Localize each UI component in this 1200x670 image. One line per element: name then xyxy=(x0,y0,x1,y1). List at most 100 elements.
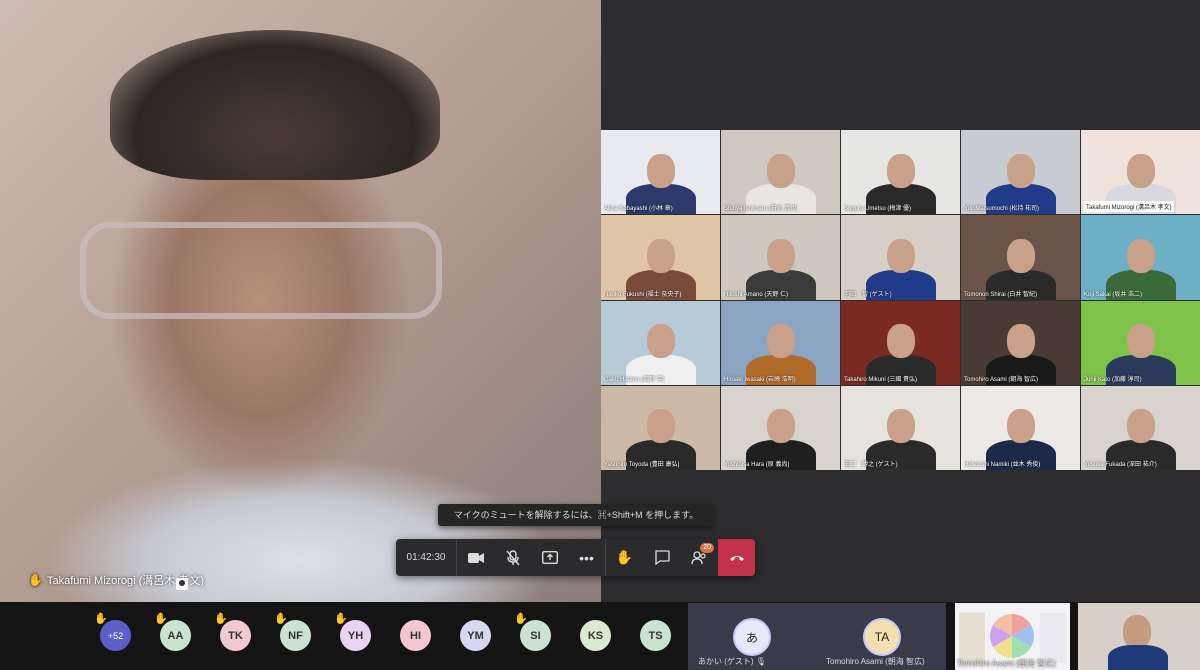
camera-button[interactable] xyxy=(457,539,494,576)
video-tile[interactable]: Gaku Hatano (畑野 学) xyxy=(601,300,720,385)
more-participants-count: +52 xyxy=(107,630,124,641)
participant-name-label: Junji Kato (加藤 淳司) xyxy=(1084,376,1142,383)
chat-button[interactable] xyxy=(643,539,680,576)
hangup-button[interactable] xyxy=(718,539,755,576)
guest-avatar[interactable]: あ xyxy=(733,618,771,656)
participant-avatar[interactable]: YM xyxy=(460,620,491,651)
mic-button[interactable] xyxy=(494,539,531,576)
participant-face xyxy=(886,153,915,188)
participant-avatar[interactable]: ✋ YH xyxy=(334,613,371,651)
main-video-hair xyxy=(110,30,440,180)
meeting-toolbar: 01:42:30 ••• ✋ 20 xyxy=(396,539,755,576)
participant-name-label: Yuji Matsumochi (松持 祐司) xyxy=(964,206,1040,213)
video-tile[interactable]: Takafumi Mizorogi (溝呂木 孝文) xyxy=(1081,130,1200,215)
participant-face xyxy=(646,238,675,273)
video-tile[interactable]: Junji Kato (加藤 淳司) xyxy=(1081,300,1200,385)
participant-name-label: Yoshihisa Hara (原 義尚) xyxy=(724,462,790,468)
guest-name: あかい (ゲスト) 🎙 xyxy=(698,656,766,667)
guest-name: Tomohiro Asami (朝海 智広) xyxy=(826,657,925,666)
guest-avatar[interactable]: TA xyxy=(863,618,901,656)
participant-face xyxy=(766,238,795,273)
video-tile[interactable]: Naoko Fukushi (福士 奈央子) xyxy=(601,215,720,300)
raised-hand-icon: ✋ xyxy=(28,573,43,587)
guest-avatar-initial: あ xyxy=(745,630,758,645)
video-tile[interactable]: Takahiro Mikuni (三國 貴弘) xyxy=(841,300,960,385)
video-tile[interactable]: Shinya Ishimaru (石丸 真也) xyxy=(721,130,840,215)
video-tile[interactable]: Hidetoshi Namiki (並木 秀俊) xyxy=(961,385,1080,470)
video-tile[interactable]: Yoshihisa Hara (原 義尚) xyxy=(721,385,840,470)
video-tile[interactable]: Akira Kobayashi (小林 章) xyxy=(601,130,720,215)
video-grid: Akira Kobayashi (小林 章) Shinya Ishimaru (石… xyxy=(601,130,1200,470)
participant-name-label: Hiroaki Iwasaki (岩崎 浩明) xyxy=(724,376,796,383)
raised-hand-icon: ✋ xyxy=(514,613,528,625)
video-tile[interactable]: Tomohiro Asami (朝海 智広) xyxy=(961,300,1080,385)
self-video-thumbnail[interactable] xyxy=(1078,603,1200,670)
participant-initials: SI xyxy=(530,629,541,642)
participant-avatar[interactable]: ✋ SI xyxy=(514,613,551,651)
participant-initials: TK xyxy=(228,629,243,642)
video-tile[interactable]: 羽田 智 (ゲスト) xyxy=(841,215,960,300)
participant-avatar[interactable]: ✋ AA xyxy=(154,613,191,651)
participant-face xyxy=(1126,409,1155,444)
raised-hand-icon: ✋ xyxy=(154,613,168,625)
raise-hand-icon: ✋ xyxy=(615,549,634,565)
more-icon: ••• xyxy=(579,549,594,566)
more-options-button[interactable]: ••• xyxy=(568,539,605,576)
participant-avatar[interactable]: KS xyxy=(580,620,611,651)
participant-face xyxy=(646,324,675,359)
participant-name-label: Naoko Fukushi (福士 奈央子) xyxy=(604,291,682,298)
screen-share-thumbnail[interactable]: Tomohiro Asami (朝海 智広) xyxy=(955,603,1070,670)
raised-hand-icon: ✋ xyxy=(94,613,108,625)
video-tile[interactable]: Hitoshi Amano (天野 仁) xyxy=(721,215,840,300)
participant-initials: KS xyxy=(587,629,604,642)
share-screen-button[interactable] xyxy=(531,539,568,576)
raised-hand-icon: ✋ xyxy=(334,613,348,625)
participant-face xyxy=(1126,238,1155,273)
raise-hand-button[interactable]: ✋ xyxy=(606,539,643,576)
video-tile[interactable]: Yuji Matsumochi (松持 祐司) xyxy=(961,130,1080,215)
mic-off-icon xyxy=(505,549,520,565)
video-tile[interactable]: Hiroaki Iwasaki (岩崎 浩明) xyxy=(721,300,840,385)
video-tile[interactable]: Tomonori Shirai (白井 智紀) xyxy=(961,215,1080,300)
participant-face xyxy=(1126,153,1155,188)
video-tile[interactable]: 田口 博之 (ゲスト) xyxy=(841,385,960,470)
participant-name-label: Hidetoshi Namiki (並木 秀俊) xyxy=(964,462,1041,468)
participant-name-label: Hitoshi Amano (天野 仁) xyxy=(724,291,789,298)
participant-name-label: 羽田 智 (ゲスト) xyxy=(844,291,892,298)
participant-face xyxy=(886,238,915,273)
more-participants-avatar[interactable]: ✋ +52 xyxy=(94,613,131,651)
participant-avatar[interactable]: ✋ TK xyxy=(214,613,251,651)
guest-name-label: あかい (ゲスト) xyxy=(698,657,754,666)
mic-off-icon: 🎙 xyxy=(755,657,766,666)
participants-button[interactable]: 20 xyxy=(680,539,717,576)
participant-avatar[interactable]: TS xyxy=(640,620,671,651)
self-video-face xyxy=(1123,615,1151,649)
participant-face xyxy=(766,409,795,444)
unmute-tooltip: マイクのミュートを解除するには、⌘+Shift+M を押します。 xyxy=(438,504,714,526)
meeting-timer: 01:42:30 xyxy=(396,539,457,576)
camera-icon xyxy=(467,552,484,563)
participant-avatar[interactable]: HI xyxy=(400,620,431,651)
participant-face xyxy=(766,324,795,359)
participant-initials: AA xyxy=(167,629,184,642)
hangup-icon xyxy=(729,555,744,561)
participant-initials: YH xyxy=(347,629,364,642)
participant-name-label: Takahiro Mikuni (三國 貴弘) xyxy=(844,376,918,383)
participants-count-badge: 20 xyxy=(700,543,714,553)
participant-name-label: Gaku Hatano (畑野 学) xyxy=(604,376,665,383)
participant-face xyxy=(766,153,795,188)
self-video-body xyxy=(1108,645,1168,670)
participant-face xyxy=(1006,153,1035,188)
participant-initials: HI xyxy=(410,629,421,642)
participant-name-label: Akira Kobayashi (小林 章) xyxy=(604,206,673,213)
video-tile[interactable]: Yasuhiro Toyoda (豊田 康弘) xyxy=(601,385,720,470)
pin-participant-icon[interactable] xyxy=(176,578,188,590)
participant-initials: YM xyxy=(467,629,484,642)
video-tile[interactable]: Suguru Umetsu (梅津 優) xyxy=(841,130,960,215)
participant-avatar[interactable]: ✋ NF xyxy=(274,613,311,651)
video-tile[interactable]: Koji Sakai (坂井 浩二) xyxy=(1081,215,1200,300)
participant-initials: NF xyxy=(288,629,303,642)
participant-face xyxy=(646,153,675,188)
participant-initials: TS xyxy=(648,629,663,642)
video-tile[interactable]: Yusuke Fukada (深田 祐介) xyxy=(1081,385,1200,470)
